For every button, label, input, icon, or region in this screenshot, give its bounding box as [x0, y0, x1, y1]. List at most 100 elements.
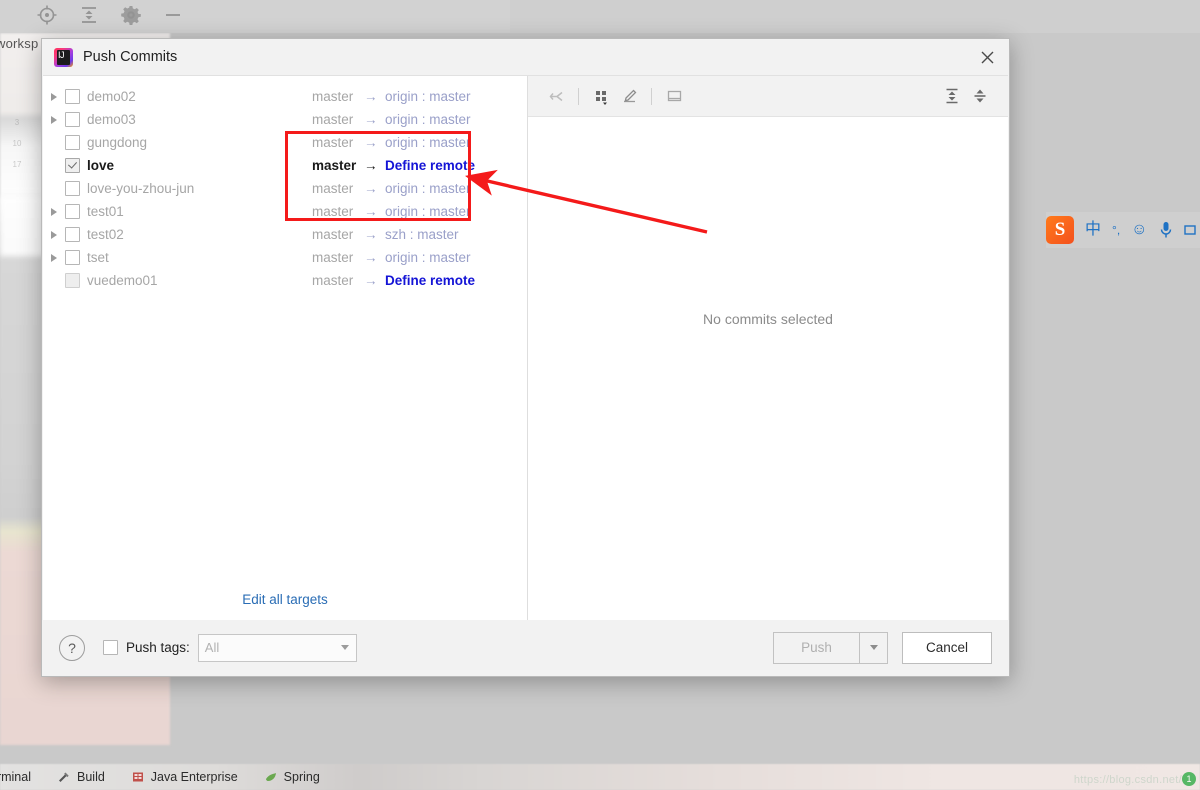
- push-target[interactable]: origin : master: [385, 89, 471, 104]
- toolbar-separator: [651, 87, 652, 105]
- push-arrow-icon: →: [364, 112, 378, 127]
- edit-all-targets-container: Edit all targets: [43, 591, 527, 609]
- settings-gear-icon[interactable]: [120, 4, 142, 26]
- repository-row[interactable]: test01 master → origin : master: [43, 200, 527, 223]
- sogou-ime-toolbar[interactable]: S 中 °, ☺: [1046, 212, 1200, 248]
- repository-checkbox[interactable]: [65, 181, 80, 196]
- push-tags-select[interactable]: All: [197, 633, 357, 662]
- repository-checkbox[interactable]: [65, 250, 80, 265]
- push-dropdown-button[interactable]: [860, 631, 888, 664]
- repository-row[interactable]: vuedemo01 master → Define remote: [43, 269, 527, 292]
- push-arrow-icon: →: [364, 250, 378, 265]
- push-target[interactable]: origin : master: [385, 112, 471, 127]
- push-target[interactable]: szh : master: [385, 227, 459, 242]
- help-button[interactable]: ?: [59, 634, 85, 661]
- repository-row[interactable]: demo02 master → origin : master: [43, 85, 527, 108]
- status-item-build[interactable]: Build: [57, 770, 105, 784]
- repository-row[interactable]: love-you-zhou-jun master → origin : master: [43, 177, 527, 200]
- repository-row[interactable]: demo03 master → origin : master: [43, 108, 527, 131]
- group-by-button[interactable]: [587, 83, 615, 109]
- repository-checkbox[interactable]: [65, 135, 80, 150]
- push-tags-select-value: All: [204, 640, 220, 655]
- java-enterprise-icon: [132, 772, 143, 782]
- repository-row[interactable]: love master → Define remote: [43, 154, 527, 177]
- cherry-pick-button[interactable]: [542, 83, 570, 109]
- locate-icon[interactable]: [36, 4, 58, 26]
- expand-triangle-icon[interactable]: [43, 207, 65, 216]
- chevron-down-icon: [340, 645, 349, 650]
- repository-row[interactable]: tset master → origin : master: [43, 246, 527, 269]
- collapse-all-icon[interactable]: [78, 4, 100, 26]
- repository-checkbox[interactable]: [65, 158, 80, 173]
- repository-checkbox[interactable]: [65, 112, 80, 127]
- push-target[interactable]: origin : master: [385, 135, 471, 150]
- expand-triangle-icon[interactable]: [43, 230, 65, 239]
- show-diff-button[interactable]: [660, 83, 688, 109]
- repository-checkbox[interactable]: [65, 89, 80, 104]
- dialog-body: demo02 master → origin : master demo03 master…: [43, 75, 1008, 620]
- group-by-icon: [595, 90, 607, 105]
- status-item-label: Build: [77, 770, 105, 784]
- push-tags-checkbox[interactable]: [103, 640, 118, 655]
- local-branch-name: master: [312, 135, 354, 150]
- local-branch-name: master: [312, 250, 354, 265]
- collapse-all-button[interactable]: [966, 83, 994, 109]
- ime-keyboard-icon[interactable]: [1183, 222, 1196, 238]
- gutter-line-number: 3: [14, 118, 20, 127]
- repository-row[interactable]: test02 master → szh : master: [43, 223, 527, 246]
- repository-checkbox[interactable]: [65, 204, 80, 219]
- repository-name: demo02: [87, 89, 136, 104]
- push-target[interactable]: origin : master: [385, 250, 471, 265]
- define-remote-link[interactable]: Define remote: [385, 273, 475, 288]
- push-button[interactable]: Push: [773, 631, 860, 664]
- repository-checkbox[interactable]: [65, 273, 80, 288]
- sogou-logo-icon[interactable]: S: [1046, 216, 1074, 244]
- ime-microphone-icon[interactable]: [1159, 220, 1173, 240]
- ime-punctuation-icon[interactable]: °,: [1112, 223, 1120, 237]
- minimize-icon[interactable]: [162, 4, 184, 26]
- status-item-terminal[interactable]: erminal: [0, 770, 31, 784]
- push-target[interactable]: origin : master: [385, 204, 471, 219]
- repository-name: test01: [87, 204, 124, 219]
- push-target[interactable]: origin : master: [385, 181, 471, 196]
- cancel-button[interactable]: Cancel: [902, 631, 992, 664]
- repository-row[interactable]: gungdong master → origin : master: [43, 131, 527, 154]
- push-arrow-icon: →: [364, 273, 378, 288]
- status-item-spring[interactable]: Spring: [264, 770, 320, 784]
- push-commits-dialog: Push Commits demo02 master → origin : maste…: [41, 38, 1010, 677]
- push-tags-group: Push tags: All: [103, 633, 357, 662]
- local-branch-name: master: [312, 227, 354, 242]
- repository-row-body: vuedemo01 master → Define remote: [80, 269, 527, 292]
- close-icon: [981, 51, 993, 63]
- expand-all-icon: [946, 88, 958, 104]
- expand-all-button[interactable]: [938, 83, 966, 109]
- collapse-all-icon: [974, 89, 986, 103]
- push-arrow-icon: →: [364, 181, 378, 196]
- repository-name: vuedemo01: [87, 273, 158, 288]
- repository-name: tset: [87, 250, 109, 265]
- spring-leaf-icon: [265, 773, 276, 781]
- status-bar-items: erminal Build Java Enterprise Spring: [0, 764, 1200, 790]
- chevron-down-icon: [869, 645, 878, 650]
- repository-row-body: test02 master → szh : master: [80, 223, 527, 246]
- local-branch-name: master: [312, 273, 354, 288]
- expand-triangle-icon[interactable]: [43, 253, 65, 262]
- close-button[interactable]: [965, 39, 1009, 75]
- expand-triangle-icon[interactable]: [43, 115, 65, 124]
- show-diff-icon: [667, 90, 681, 101]
- repository-row-body: test01 master → origin : master: [80, 200, 527, 223]
- edit-all-targets-link[interactable]: Edit all targets: [242, 592, 328, 607]
- commits-toolbar: [528, 76, 1008, 117]
- status-item-label: Java Enterprise: [150, 770, 238, 784]
- define-remote-link[interactable]: Define remote: [385, 158, 475, 173]
- expand-triangle-icon[interactable]: [43, 92, 65, 101]
- edit-button[interactable]: [615, 83, 643, 109]
- ime-language-icon[interactable]: 中: [1085, 222, 1101, 238]
- background-popup-card: [0, 196, 44, 256]
- toolbar-separator: [578, 87, 579, 105]
- ime-emoji-icon[interactable]: ☺: [1131, 222, 1147, 238]
- status-item-java-enterprise[interactable]: Java Enterprise: [131, 770, 238, 784]
- dialog-titlebar: Push Commits: [42, 39, 1009, 75]
- repository-list: demo02 master → origin : master demo03 master…: [43, 76, 527, 292]
- repository-checkbox[interactable]: [65, 227, 80, 242]
